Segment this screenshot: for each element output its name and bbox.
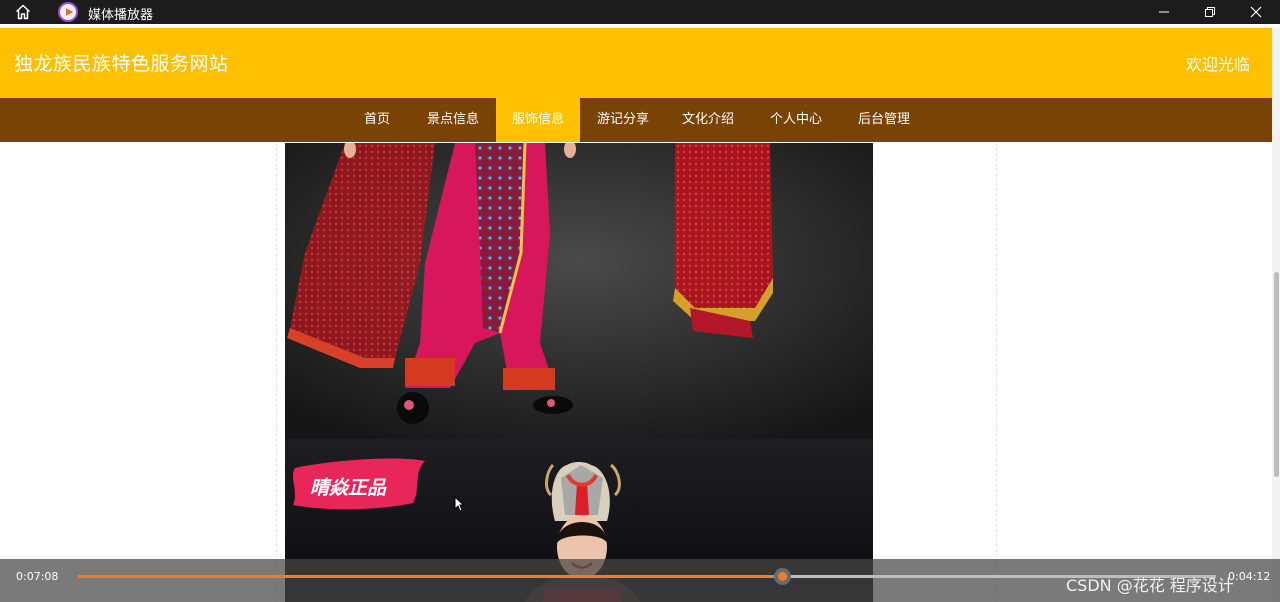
- restore-icon: [1205, 7, 1215, 17]
- minimize-button[interactable]: [1141, 0, 1187, 24]
- window-titlebar: 媒体播放器: [0, 0, 1280, 24]
- site-title[interactable]: 独龙族民族特色服务网站: [14, 49, 229, 76]
- close-icon: [1250, 6, 1262, 18]
- banner-text: 晴焱正品: [310, 477, 387, 499]
- nav-item-home[interactable]: 首页: [350, 98, 404, 142]
- close-button[interactable]: [1233, 0, 1279, 24]
- total-time: 0:04:12: [1228, 570, 1271, 583]
- restore-button[interactable]: [1187, 0, 1233, 24]
- page-scrollbar-thumb[interactable]: [1274, 272, 1279, 477]
- seek-bar[interactable]: [78, 568, 1216, 585]
- nav-item-culture[interactable]: 文化介绍: [670, 98, 746, 142]
- current-time: 0:07:08: [16, 570, 59, 583]
- costume-product-image: 晴焱正品: [285, 143, 873, 602]
- watermark-text: CSDN @花花 程序设计: [1066, 576, 1234, 595]
- mouse-cursor-icon: [454, 495, 465, 516]
- site-header: 独龙族民族特色服务网站 欢迎光临: [0, 28, 1272, 98]
- minimize-icon: [1159, 11, 1169, 13]
- media-player-app-icon: [58, 2, 78, 22]
- nav-item-profile[interactable]: 个人中心: [758, 98, 834, 142]
- nav-item-admin[interactable]: 后台管理: [845, 98, 923, 142]
- nav-item-attractions[interactable]: 景点信息: [414, 98, 492, 142]
- content-border-right: [996, 143, 997, 602]
- home-icon[interactable]: [14, 3, 32, 21]
- nav-item-costumes[interactable]: 服饰信息: [496, 98, 580, 142]
- window-title: 媒体播放器: [88, 8, 154, 23]
- welcome-text: 欢迎光临: [1185, 55, 1250, 74]
- content-border-left: [276, 143, 277, 602]
- seek-bar-progress: [78, 575, 783, 578]
- nav-item-travel-notes[interactable]: 游记分享: [585, 98, 661, 142]
- main-nav: 首页 景点信息 服饰信息 游记分享 文化介绍 个人中心 后台管理: [0, 98, 1272, 142]
- seek-bar-handle[interactable]: [774, 568, 792, 585]
